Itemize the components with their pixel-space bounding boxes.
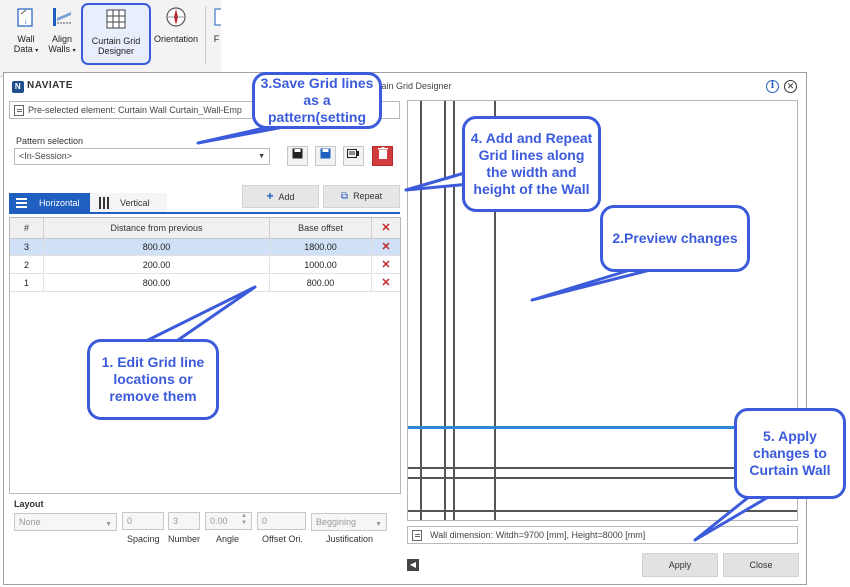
pointer-add-repeat	[404, 170, 472, 192]
callout-apply: 5. Apply changes to Curtain Wall	[734, 408, 846, 499]
callout-edit-grid-lines: 1. Edit Grid line locations or remove th…	[87, 339, 219, 420]
pointer-preview	[530, 268, 652, 302]
callout-pointers	[128, 122, 772, 542]
callout-save-grid-lines: 3.Save Grid lines as a pattern(setting	[252, 72, 382, 129]
callout-add-repeat: 4. Add and Repeat Grid lines along the w…	[462, 116, 601, 212]
callout-preview: 2.Preview changes	[600, 205, 750, 272]
pointer-apply	[693, 494, 772, 542]
